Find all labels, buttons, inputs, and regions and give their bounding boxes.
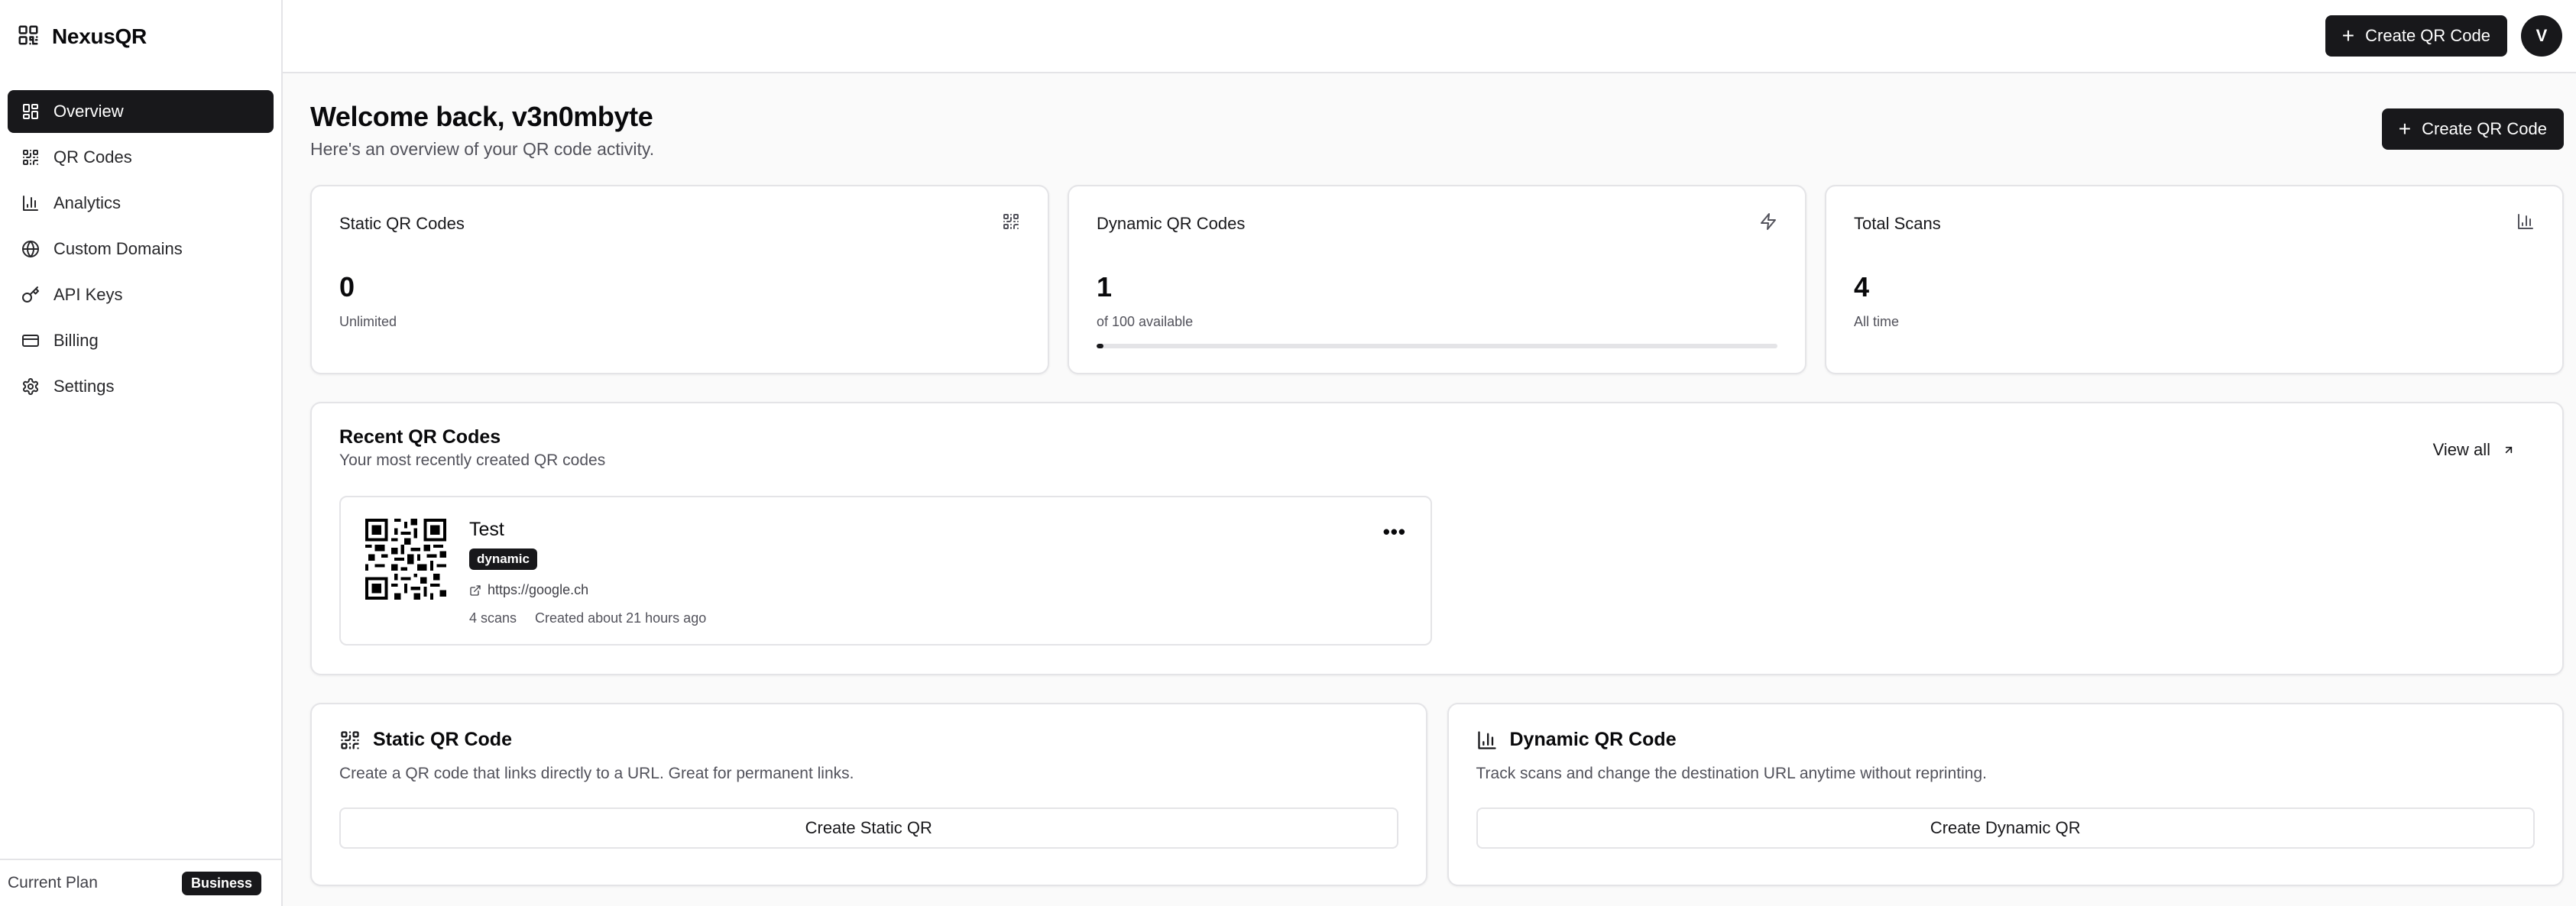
- stat-value: 0: [339, 271, 355, 303]
- card-title: Static QR Code: [373, 729, 512, 750]
- external-link-icon: [470, 584, 481, 596]
- plus-icon: +: [2398, 117, 2412, 141]
- key-icon: [22, 286, 39, 303]
- stat-value: 1: [1097, 271, 1113, 303]
- page-content: Welcome back, v3n0mbyte Here's an overvi…: [283, 73, 2576, 886]
- button-label: Create QR Code: [2422, 119, 2547, 138]
- section-subtitle: Your most recently created QR codes: [339, 451, 606, 469]
- create-dynamic-qr-button[interactable]: Create Dynamic QR: [1476, 807, 2535, 849]
- qr-url-text: https://google.ch: [488, 582, 589, 597]
- card-title: Dynamic QR Code: [1509, 729, 1677, 750]
- stats-row: Static QR Codes 0 Unlimited Dynamic QR C…: [310, 185, 2564, 374]
- bar-chart-icon: [1477, 730, 1496, 749]
- stat-description: of 100 available: [1097, 314, 1194, 329]
- usage-progress-bar: [1097, 344, 1777, 348]
- card-description: Track scans and change the destination U…: [1476, 765, 1987, 782]
- sidebar-item-label: Custom Domains: [53, 239, 183, 258]
- page-subtitle: Here's an overview of your QR code activ…: [310, 139, 655, 159]
- qr-code-item[interactable]: Test dynamic https://google.ch 4 scans C…: [339, 496, 1432, 646]
- view-all-link[interactable]: View all: [2433, 440, 2515, 460]
- sidebar-item-settings[interactable]: Settings: [8, 365, 274, 408]
- qr-code-info: Test dynamic https://google.ch 4 scans C…: [469, 519, 706, 626]
- stat-title: Dynamic QR Codes: [1097, 213, 1246, 233]
- app-root: NexusQR Overview QR Codes Analytics Cust…: [0, 0, 2576, 906]
- grid-icon: [23, 104, 38, 119]
- qr-logo-icon: [17, 24, 40, 50]
- topbar-create-qr-button[interactable]: + Create QR Code: [2325, 15, 2507, 57]
- zap-icon: [1759, 212, 1777, 235]
- recent-qr-codes-card: Recent QR Codes Your most recently creat…: [310, 402, 2564, 675]
- button-label: Create QR Code: [2365, 26, 2490, 45]
- qr-icon: [341, 730, 359, 749]
- main-area: + Create QR Code V Welcome back, v3n0mby…: [283, 0, 2576, 906]
- sidebar: NexusQR Overview QR Codes Analytics Cust…: [0, 0, 283, 906]
- stat-card-scans: Total Scans 4 All time: [1825, 185, 2564, 374]
- stat-title: Total Scans: [1854, 213, 1941, 233]
- create-static-card: Static QR Code Create a QR code that lin…: [310, 703, 1427, 886]
- sidebar-item-label: Settings: [53, 377, 115, 396]
- avatar[interactable]: V: [2521, 15, 2562, 57]
- sidebar-item-custom-domains[interactable]: Custom Domains: [8, 228, 274, 270]
- sidebar-item-label: Overview: [53, 102, 124, 121]
- page-title: Welcome back, v3n0mbyte: [310, 101, 653, 132]
- more-options-icon[interactable]: •••: [1383, 520, 1406, 544]
- view-all-label: View all: [2432, 440, 2490, 459]
- sidebar-item-api-keys[interactable]: API Keys: [8, 273, 274, 316]
- sidebar-nav: Overview QR Codes Analytics Custom Domai…: [0, 73, 281, 408]
- plus-icon: +: [2341, 24, 2355, 47]
- qr-destination[interactable]: https://google.ch: [469, 582, 706, 598]
- qr-icon: [1002, 212, 1020, 235]
- bar-chart-icon: [2516, 212, 2535, 235]
- stat-description: Unlimited: [339, 314, 397, 329]
- card-description: Create a QR code that links directly to …: [339, 765, 854, 782]
- stat-card-static: Static QR Codes 0 Unlimited: [310, 185, 1049, 374]
- stat-description: All time: [1854, 314, 1900, 329]
- qr-icon: [23, 150, 38, 166]
- create-static-qr-button[interactable]: Create Static QR: [339, 807, 1398, 849]
- qr-scan-count: 4 scans: [469, 610, 517, 626]
- qr-code-image: [365, 519, 446, 600]
- current-plan-label: Current Plan: [8, 874, 98, 891]
- qr-code-name: Test: [469, 519, 504, 540]
- sidebar-item-overview[interactable]: Overview: [8, 90, 274, 133]
- create-qr-button[interactable]: + Create QR Code: [2381, 108, 2564, 150]
- welcome-text: Welcome back, v3n0mbyte Here's an overvi…: [310, 101, 654, 160]
- topbar: + Create QR Code V: [283, 0, 2576, 73]
- sidebar-footer: Current Plan Business: [0, 859, 281, 906]
- stat-card-dynamic: Dynamic QR Codes 1 of 100 available: [1068, 185, 1806, 374]
- stat-title: Static QR Codes: [339, 213, 465, 233]
- credit-card-icon: [22, 335, 39, 347]
- brand-name: NexusQR: [52, 24, 147, 48]
- brand[interactable]: NexusQR: [0, 0, 281, 73]
- sidebar-item-analytics[interactable]: Analytics: [8, 182, 274, 225]
- welcome-row: Welcome back, v3n0mbyte Here's an overvi…: [310, 101, 2564, 185]
- qr-meta: 4 scans Created about 21 hours ago: [469, 610, 706, 626]
- sidebar-item-label: QR Codes: [53, 147, 132, 167]
- plan-badge: Business: [181, 871, 261, 895]
- sidebar-item-billing[interactable]: Billing: [8, 319, 274, 362]
- usage-progress-fill: [1097, 344, 1103, 348]
- qr-created-time: Created about 21 hours ago: [535, 610, 707, 626]
- arrow-up-right-icon: [2505, 446, 2513, 454]
- create-cards-row: Static QR Code Create a QR code that lin…: [310, 703, 2564, 886]
- section-title: Recent QR Codes: [339, 426, 501, 448]
- sidebar-item-label: Analytics: [53, 193, 122, 212]
- sidebar-item-label: API Keys: [53, 285, 123, 304]
- bar-chart-icon: [23, 196, 38, 211]
- globe-icon: [22, 241, 39, 257]
- qr-type-badge: dynamic: [469, 548, 537, 570]
- sidebar-item-label: Billing: [53, 331, 99, 350]
- create-dynamic-card: Dynamic QR Code Track scans and change t…: [1447, 703, 2564, 886]
- sidebar-item-qr-codes[interactable]: QR Codes: [8, 136, 274, 179]
- gear-icon: [23, 378, 38, 395]
- stat-value: 4: [1854, 271, 1870, 303]
